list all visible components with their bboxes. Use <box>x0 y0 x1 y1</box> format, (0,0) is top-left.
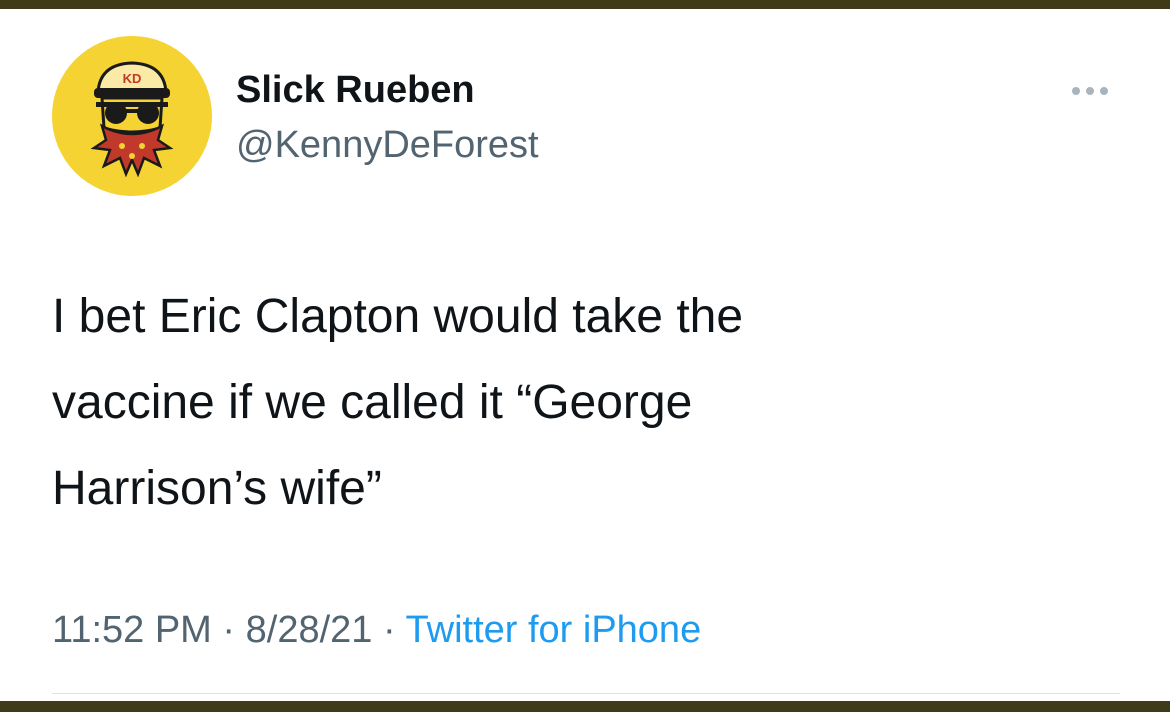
divider <box>52 693 1120 694</box>
frame-bar-bottom <box>0 701 1170 712</box>
tweet-date[interactable]: 8/28/21 <box>246 609 373 651</box>
tweet-text: I bet Eric Clapton would take the vaccin… <box>52 274 1122 532</box>
avatar-badge-text: KD <box>123 71 142 86</box>
tweet-text-line: vaccine if we called it “George <box>52 376 693 429</box>
tweet-text-line: Harrison’s wife” <box>52 462 382 515</box>
tweet-card: KD Slick Rueben @KennyDeForest I bet Eri… <box>0 9 1170 701</box>
tweet-time[interactable]: 11:52 PM <box>52 609 212 651</box>
author-handle[interactable]: @KennyDeForest <box>236 124 539 167</box>
author-display-name[interactable]: Slick Rueben <box>236 69 475 112</box>
meta-separator: · <box>211 609 246 651</box>
tweet-text-line: I bet Eric Clapton would take the <box>52 290 744 343</box>
frame-bar-top <box>0 0 1170 9</box>
cartoon-face-avatar-icon[interactable]: KD <box>52 36 212 196</box>
tweet-meta: 11:52 PM · 8/28/21 · Twitter for iPhone <box>52 609 701 652</box>
tweet-source-link[interactable]: Twitter for iPhone <box>406 609 702 651</box>
meta-separator: · <box>372 609 406 651</box>
more-horizontal-icon[interactable] <box>1066 81 1114 101</box>
